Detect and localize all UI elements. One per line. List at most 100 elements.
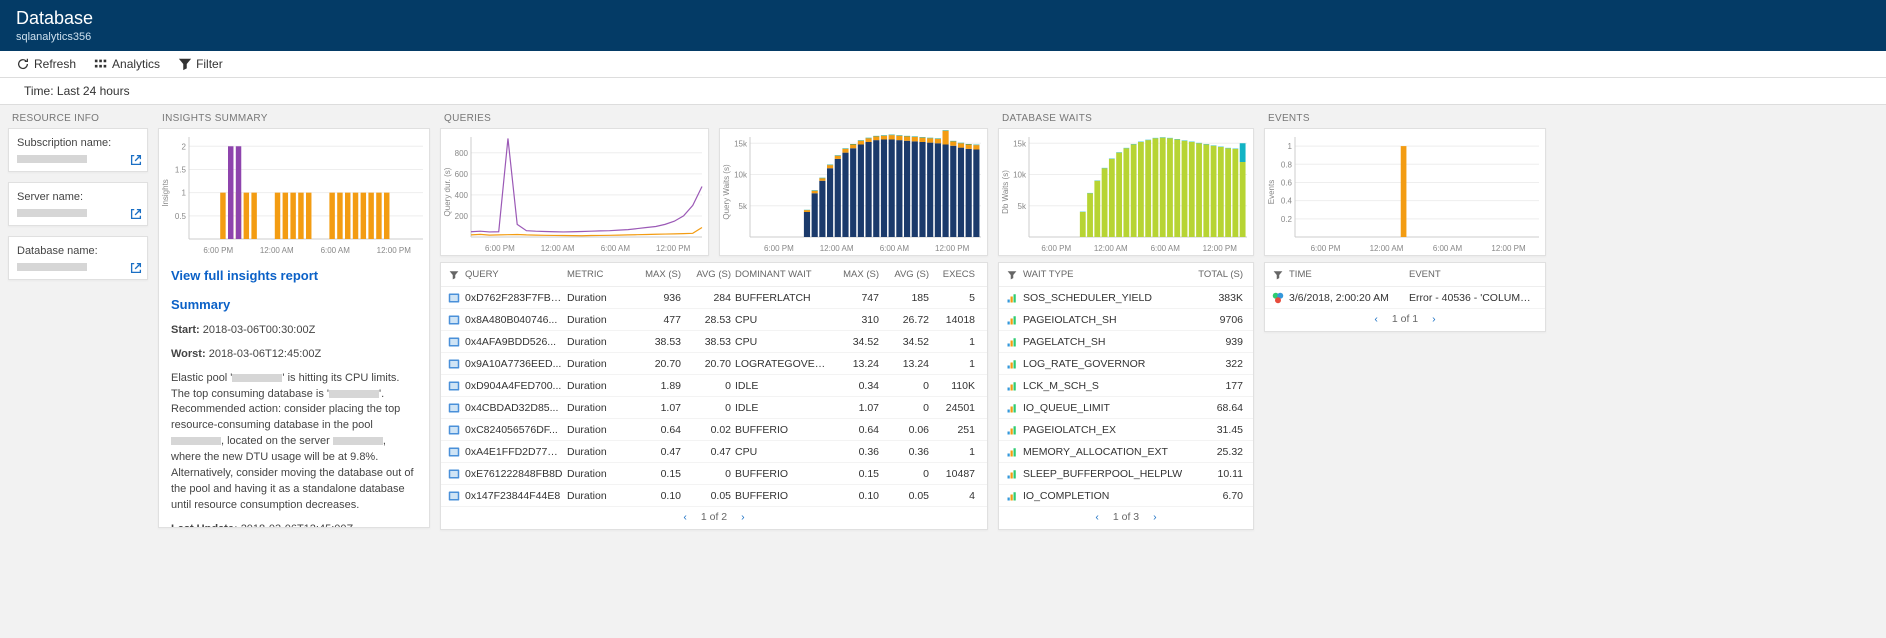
query-hash: 0x8A480B040746... (465, 314, 567, 326)
svg-text:6:00 PM: 6:00 PM (1311, 244, 1341, 253)
events-pager: ‹ 1 of 1 › (1265, 309, 1545, 331)
next-page[interactable]: › (737, 511, 749, 523)
filter-icon (178, 57, 192, 71)
server-label: Server name: (17, 191, 139, 203)
col-avg2[interactable]: AVG (S) (883, 269, 933, 280)
col-wait-total[interactable]: TOTAL (S) (1187, 269, 1247, 280)
table-row[interactable]: PAGEIOLATCH_SH 9706 (999, 309, 1253, 331)
worst-line: Worst: 2018-03-06T12:45:00Z (171, 347, 417, 363)
popout-icon[interactable] (129, 153, 143, 167)
popout-icon[interactable] (129, 207, 143, 221)
table-row[interactable]: IO_QUEUE_LIMIT 68.64 (999, 397, 1253, 419)
svg-text:0.6: 0.6 (1281, 178, 1293, 187)
svg-text:12:00 PM: 12:00 PM (377, 246, 412, 255)
col-query[interactable]: QUERY (465, 269, 567, 280)
table-row[interactable]: PAGEIOLATCH_EX 31.45 (999, 419, 1253, 441)
wait-icon (1005, 467, 1019, 481)
event-icon (1271, 291, 1285, 305)
svg-text:6:00 PM: 6:00 PM (485, 244, 515, 253)
table-row[interactable]: SLEEP_BUFFERPOOL_HELPLW 10.11 (999, 463, 1253, 485)
query-icon (447, 313, 461, 327)
events-table: TIME EVENT 3/6/2018, 2:00:20 AM Error - … (1264, 262, 1546, 332)
table-row[interactable]: 0xA4E1FFD2D77C... Duration 0.47 0.47 CPU… (441, 441, 987, 463)
filter-button[interactable]: Filter (178, 57, 223, 71)
popout-icon[interactable] (129, 261, 143, 275)
svg-text:12:00 PM: 12:00 PM (935, 244, 970, 253)
col-event-time[interactable]: TIME (1289, 269, 1409, 280)
svg-text:6:00 PM: 6:00 PM (203, 246, 233, 255)
view-full-insights-link[interactable]: View full insights report (171, 267, 417, 286)
filter-icon[interactable] (1005, 270, 1019, 280)
table-row[interactable]: LOG_RATE_GOVERNOR 322 (999, 353, 1253, 375)
table-row[interactable]: 0xC824056576DF... Duration 0.64 0.02 BUF… (441, 419, 987, 441)
toolbar: Refresh Analytics Filter (0, 51, 1886, 78)
col-max[interactable]: MAX (S) (635, 269, 685, 280)
prev-page[interactable]: ‹ (1370, 313, 1382, 325)
analytics-button[interactable]: Analytics (94, 57, 160, 71)
col-avg[interactable]: AVG (S) (685, 269, 735, 280)
prev-page[interactable]: ‹ (679, 511, 691, 523)
query-icon (447, 291, 461, 305)
filter-icon[interactable] (1271, 270, 1285, 280)
table-row[interactable]: SOS_SCHEDULER_YIELD 383K (999, 287, 1253, 309)
queries-section-title: QUERIES (440, 113, 988, 128)
table-row[interactable]: 3/6/2018, 2:00:20 AM Error - 40536 - 'CO… (1265, 287, 1545, 309)
svg-text:10k: 10k (1013, 171, 1027, 180)
insights-chart[interactable]: Insights0.511.526:00 PM12:00 AM6:00 AM12… (159, 129, 429, 257)
queries-pager: ‹ 1 of 2 › (441, 507, 987, 529)
query-hash: 0xA4E1FFD2D77C... (465, 446, 567, 458)
table-row[interactable]: 0xD762F283F7FBF5 Duration 936 284 BUFFER… (441, 287, 987, 309)
svg-text:12:00 PM: 12:00 PM (656, 244, 691, 253)
table-row[interactable]: 0xE761222848FB8D Duration 0.15 0 BUFFERI… (441, 463, 987, 485)
table-row[interactable]: MEMORY_ALLOCATION_EXT 25.32 (999, 441, 1253, 463)
prev-page[interactable]: ‹ (1091, 511, 1103, 523)
col-execs[interactable]: EXECS (933, 269, 979, 280)
svg-text:15k: 15k (1013, 139, 1027, 148)
start-line: Start: 2018-03-06T00:30:00Z (171, 323, 417, 339)
query-icon (447, 489, 461, 503)
col-dominant[interactable]: DOMINANT WAIT (735, 269, 833, 280)
subscription-value (17, 155, 87, 163)
page-header: Database sqlanalytics356 (0, 0, 1886, 51)
table-row[interactable]: 0x8A480B040746... Duration 477 28.53 CPU… (441, 309, 987, 331)
next-page[interactable]: › (1149, 511, 1161, 523)
waits-rows: SOS_SCHEDULER_YIELD 383K PAGEIOLATCH_SH … (999, 287, 1253, 507)
page-subtitle: sqlanalytics356 (16, 31, 1870, 43)
table-row[interactable]: LCK_M_SCH_S 177 (999, 375, 1253, 397)
svg-text:10k: 10k (734, 171, 748, 180)
server-tile[interactable]: Server name: (8, 182, 148, 226)
col-wait-type[interactable]: WAIT TYPE (1023, 269, 1187, 280)
events-chart[interactable]: Events0.20.40.60.816:00 PM12:00 AM6:00 A… (1264, 128, 1546, 256)
svg-text:12:00 AM: 12:00 AM (1370, 244, 1404, 253)
table-row[interactable]: PAGELATCH_SH 939 (999, 331, 1253, 353)
wait-icon (1005, 335, 1019, 349)
query-icon (447, 401, 461, 415)
query-waits-chart[interactable]: Query Waits (s)5k10k15k6:00 PM12:00 AM6:… (719, 128, 988, 256)
wait-icon (1005, 445, 1019, 459)
svg-text:15k: 15k (734, 139, 748, 148)
time-filter[interactable]: Time: Last 24 hours (0, 78, 1886, 105)
table-row[interactable]: IO_COMPLETION 6.70 (999, 485, 1253, 507)
col-event[interactable]: EVENT (1409, 269, 1539, 280)
table-row[interactable]: 0x4AFA9BDD526... Duration 38.53 38.53 CP… (441, 331, 987, 353)
col-max2[interactable]: MAX (S) (833, 269, 883, 280)
db-waits-chart[interactable]: Db Waits (s)5k10k15k6:00 PM12:00 AM6:00 … (998, 128, 1254, 256)
filter-icon[interactable] (447, 270, 461, 280)
table-row[interactable]: 0x147F23844F44E8 Duration 0.10 0.05 BUFF… (441, 485, 987, 507)
refresh-button[interactable]: Refresh (16, 57, 76, 71)
dashboard-content: RESOURCE INFO Subscription name: Server … (0, 105, 1886, 538)
wait-icon (1005, 379, 1019, 393)
subscription-tile[interactable]: Subscription name: (8, 128, 148, 172)
query-duration-chart[interactable]: Query dur. (s)2004006008006:00 PM12:00 A… (440, 128, 709, 256)
table-row[interactable]: 0x9A10A7736EED... Duration 20.70 20.70 L… (441, 353, 987, 375)
table-row[interactable]: 0x4CBDAD32D85... Duration 1.07 0 IDLE 1.… (441, 397, 987, 419)
query-icon (447, 445, 461, 459)
page-title: Database (16, 8, 1870, 29)
table-row[interactable]: 0xD904A4FED700... Duration 1.89 0 IDLE 0… (441, 375, 987, 397)
query-hash: 0xE761222848FB8D (465, 468, 567, 480)
col-metric[interactable]: METRIC (567, 269, 635, 280)
next-page[interactable]: › (1428, 313, 1440, 325)
database-tile[interactable]: Database name: (8, 236, 148, 280)
svg-text:Db Waits (s): Db Waits (s) (1001, 170, 1010, 214)
query-icon (447, 357, 461, 371)
